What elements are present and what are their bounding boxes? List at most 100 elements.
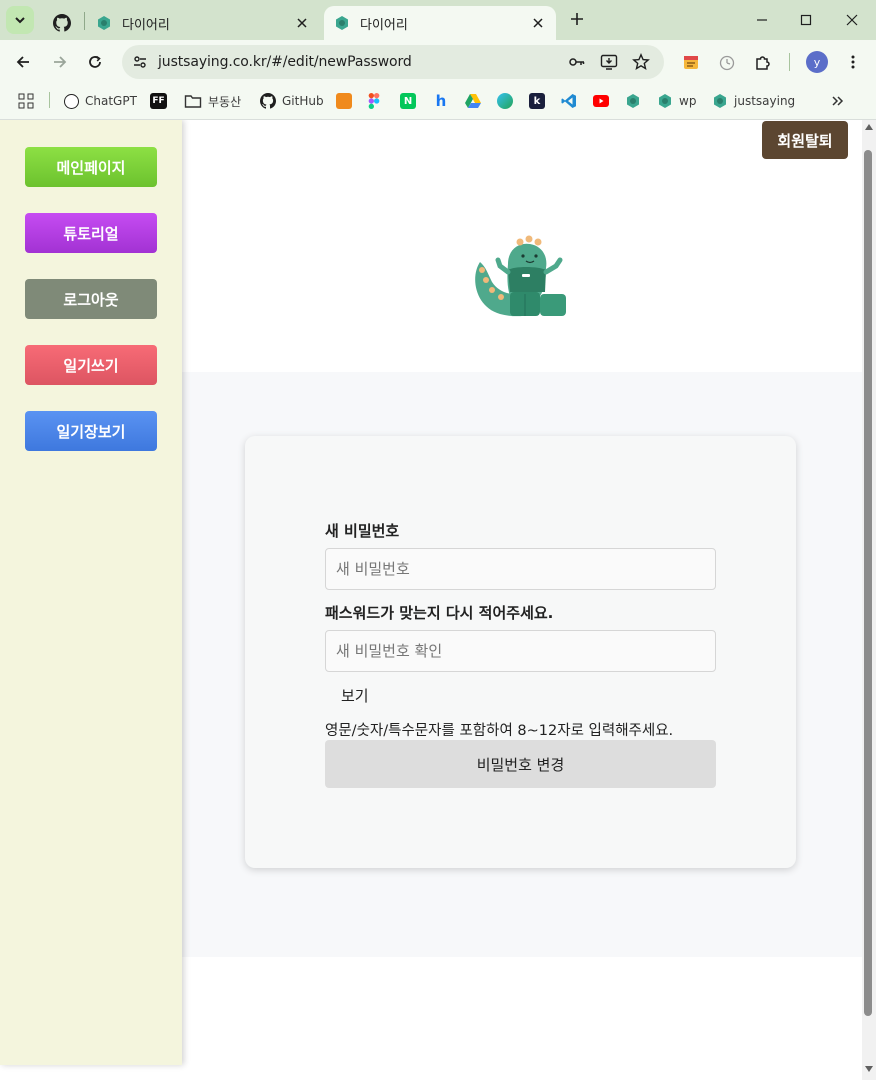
openai-icon bbox=[64, 93, 79, 109]
forward-button[interactable] bbox=[46, 48, 74, 76]
minimize-button[interactable] bbox=[742, 6, 782, 34]
new-tab-button[interactable] bbox=[566, 8, 588, 30]
dinosaur-mascot-logo bbox=[475, 235, 566, 317]
window-close-button[interactable] bbox=[832, 6, 872, 34]
install-app-icon[interactable] bbox=[598, 51, 620, 73]
main-page-button[interactable]: 메인페이지 bbox=[25, 147, 157, 187]
bookmark-diary[interactable] bbox=[625, 90, 641, 112]
bookmarks-divider bbox=[49, 92, 50, 108]
arrow-right-icon bbox=[54, 56, 67, 68]
password-rule-hint: 영문/숫자/특수문자를 포함하여 8~12자로 입력해주세요. bbox=[325, 723, 674, 739]
bookmark-label: wp bbox=[679, 94, 697, 108]
withdraw-account-button[interactable]: 회원탈퇴 bbox=[762, 121, 848, 159]
folder-icon bbox=[184, 95, 202, 108]
bookmark-wp[interactable]: wp bbox=[657, 90, 696, 112]
bookmark-k[interactable]: k bbox=[529, 90, 551, 112]
tab-title: 다이어리 bbox=[360, 17, 408, 33]
menu-kebab-icon[interactable] bbox=[842, 51, 864, 73]
bookmark-label: 부동산 bbox=[208, 94, 242, 109]
google-drive-icon bbox=[465, 94, 481, 108]
orange-square-icon bbox=[336, 93, 352, 109]
dino-favicon-icon bbox=[627, 94, 639, 108]
scroll-down-arrow-icon[interactable] bbox=[865, 1066, 873, 1072]
dino-favicon-icon bbox=[336, 16, 348, 30]
bookmark-orange[interactable] bbox=[336, 90, 358, 112]
tab-diary-2-active[interactable]: 다이어리 bbox=[324, 6, 556, 40]
k-logo-icon: k bbox=[529, 93, 545, 109]
star-icon[interactable] bbox=[630, 51, 652, 73]
notes-extension-icon[interactable] bbox=[680, 51, 702, 73]
profile-avatar[interactable]: y bbox=[806, 51, 828, 73]
new-password-input[interactable] bbox=[325, 548, 716, 590]
back-button[interactable] bbox=[9, 48, 37, 76]
dino-favicon-icon bbox=[714, 94, 726, 108]
naver-icon: N bbox=[400, 93, 416, 109]
maximize-button[interactable] bbox=[786, 6, 826, 34]
figma-icon bbox=[368, 93, 380, 109]
tab-title: 다이어리 bbox=[122, 17, 170, 33]
show-password-toggle[interactable]: 보기 bbox=[341, 685, 369, 706]
bookmark-figma[interactable] bbox=[368, 90, 380, 112]
h-logo-icon: h bbox=[435, 92, 447, 110]
close-icon[interactable] bbox=[528, 13, 548, 33]
toolbar-divider bbox=[789, 53, 790, 71]
apps-grid-icon[interactable] bbox=[18, 90, 34, 112]
dino-favicon-icon bbox=[659, 94, 671, 108]
github-icon bbox=[260, 93, 276, 109]
bookmark-github[interactable]: GitHub bbox=[260, 90, 324, 112]
plus-icon bbox=[571, 13, 583, 25]
new-password-label: 새 비밀번호 bbox=[325, 522, 400, 540]
browser-toolbar: justsaying.co.kr/#/edit/newPassword y bbox=[0, 40, 876, 84]
tab-github[interactable] bbox=[44, 6, 80, 40]
bookmark-youtube[interactable] bbox=[593, 90, 609, 112]
tab-divider bbox=[84, 12, 85, 30]
youtube-icon bbox=[593, 95, 609, 107]
view-diaries-button[interactable]: 일기장보기 bbox=[25, 411, 157, 451]
bookmarks-overflow-icon[interactable] bbox=[830, 90, 844, 112]
timer-extension-icon[interactable] bbox=[716, 51, 738, 73]
github-icon bbox=[53, 14, 71, 32]
bookmark-label: GitHub bbox=[282, 94, 324, 108]
bookmarks-bar: ChatGPT FF 부동산 GitHub N h k wp justsayin… bbox=[0, 84, 876, 120]
extensions-puzzle-icon[interactable] bbox=[752, 51, 774, 73]
scroll-up-arrow-icon[interactable] bbox=[865, 124, 873, 130]
tab-strip: 다이어리 다이어리 bbox=[0, 0, 876, 40]
tab-diary-1[interactable]: 다이어리 bbox=[88, 6, 320, 40]
bookmark-naver[interactable]: N bbox=[400, 90, 422, 112]
bookmark-folder-realestate[interactable]: 부동산 bbox=[184, 90, 241, 112]
bookmark-drive[interactable] bbox=[465, 90, 481, 112]
write-diary-button[interactable]: 일기쓰기 bbox=[25, 345, 157, 385]
confirm-password-label: 패스워드가 맞는지 다시 적어주세요. bbox=[325, 604, 554, 622]
site-info-icon[interactable] bbox=[128, 50, 152, 74]
scrollbar-thumb[interactable] bbox=[864, 150, 872, 1016]
tutorial-button[interactable]: 튜토리얼 bbox=[25, 213, 157, 253]
sidebar: 메인페이지 튜토리얼 로그아웃 일기쓰기 일기장보기 bbox=[0, 120, 182, 1065]
close-icon bbox=[846, 14, 858, 26]
logout-button[interactable]: 로그아웃 bbox=[25, 279, 157, 319]
reload-icon bbox=[89, 55, 101, 68]
arrow-left-icon bbox=[16, 56, 29, 68]
bookmark-edge[interactable] bbox=[497, 90, 519, 112]
dino-favicon-icon bbox=[98, 16, 110, 30]
maximize-icon bbox=[800, 14, 812, 26]
tab-search-button[interactable] bbox=[6, 6, 34, 34]
url-text[interactable]: justsaying.co.kr/#/edit/newPassword bbox=[158, 54, 412, 70]
key-icon[interactable] bbox=[566, 51, 588, 73]
bookmark-h[interactable]: h bbox=[433, 90, 455, 112]
bookmark-label: ChatGPT bbox=[85, 94, 137, 108]
change-password-button[interactable]: 비밀번호 변경 bbox=[325, 740, 716, 788]
change-password-card: 새 비밀번호 패스워드가 맞는지 다시 적어주세요. 보기 영문/숫자/특수문자… bbox=[245, 436, 796, 868]
confirm-password-input[interactable] bbox=[325, 630, 716, 672]
bookmark-vscode[interactable] bbox=[561, 90, 577, 112]
address-bar[interactable]: justsaying.co.kr/#/edit/newPassword bbox=[122, 45, 664, 79]
bookmark-chatgpt[interactable]: ChatGPT bbox=[64, 90, 137, 112]
bookmark-justsaying[interactable]: justsaying bbox=[712, 90, 795, 112]
chevron-down-icon bbox=[15, 17, 25, 24]
bookmark-ff[interactable]: FF bbox=[150, 90, 173, 112]
bookmark-label: justsaying bbox=[734, 94, 796, 108]
reload-button[interactable] bbox=[81, 48, 109, 76]
edge-icon bbox=[497, 93, 513, 109]
minimize-icon bbox=[757, 19, 767, 21]
ff-logo-icon: FF bbox=[150, 93, 167, 109]
close-icon[interactable] bbox=[292, 13, 312, 33]
